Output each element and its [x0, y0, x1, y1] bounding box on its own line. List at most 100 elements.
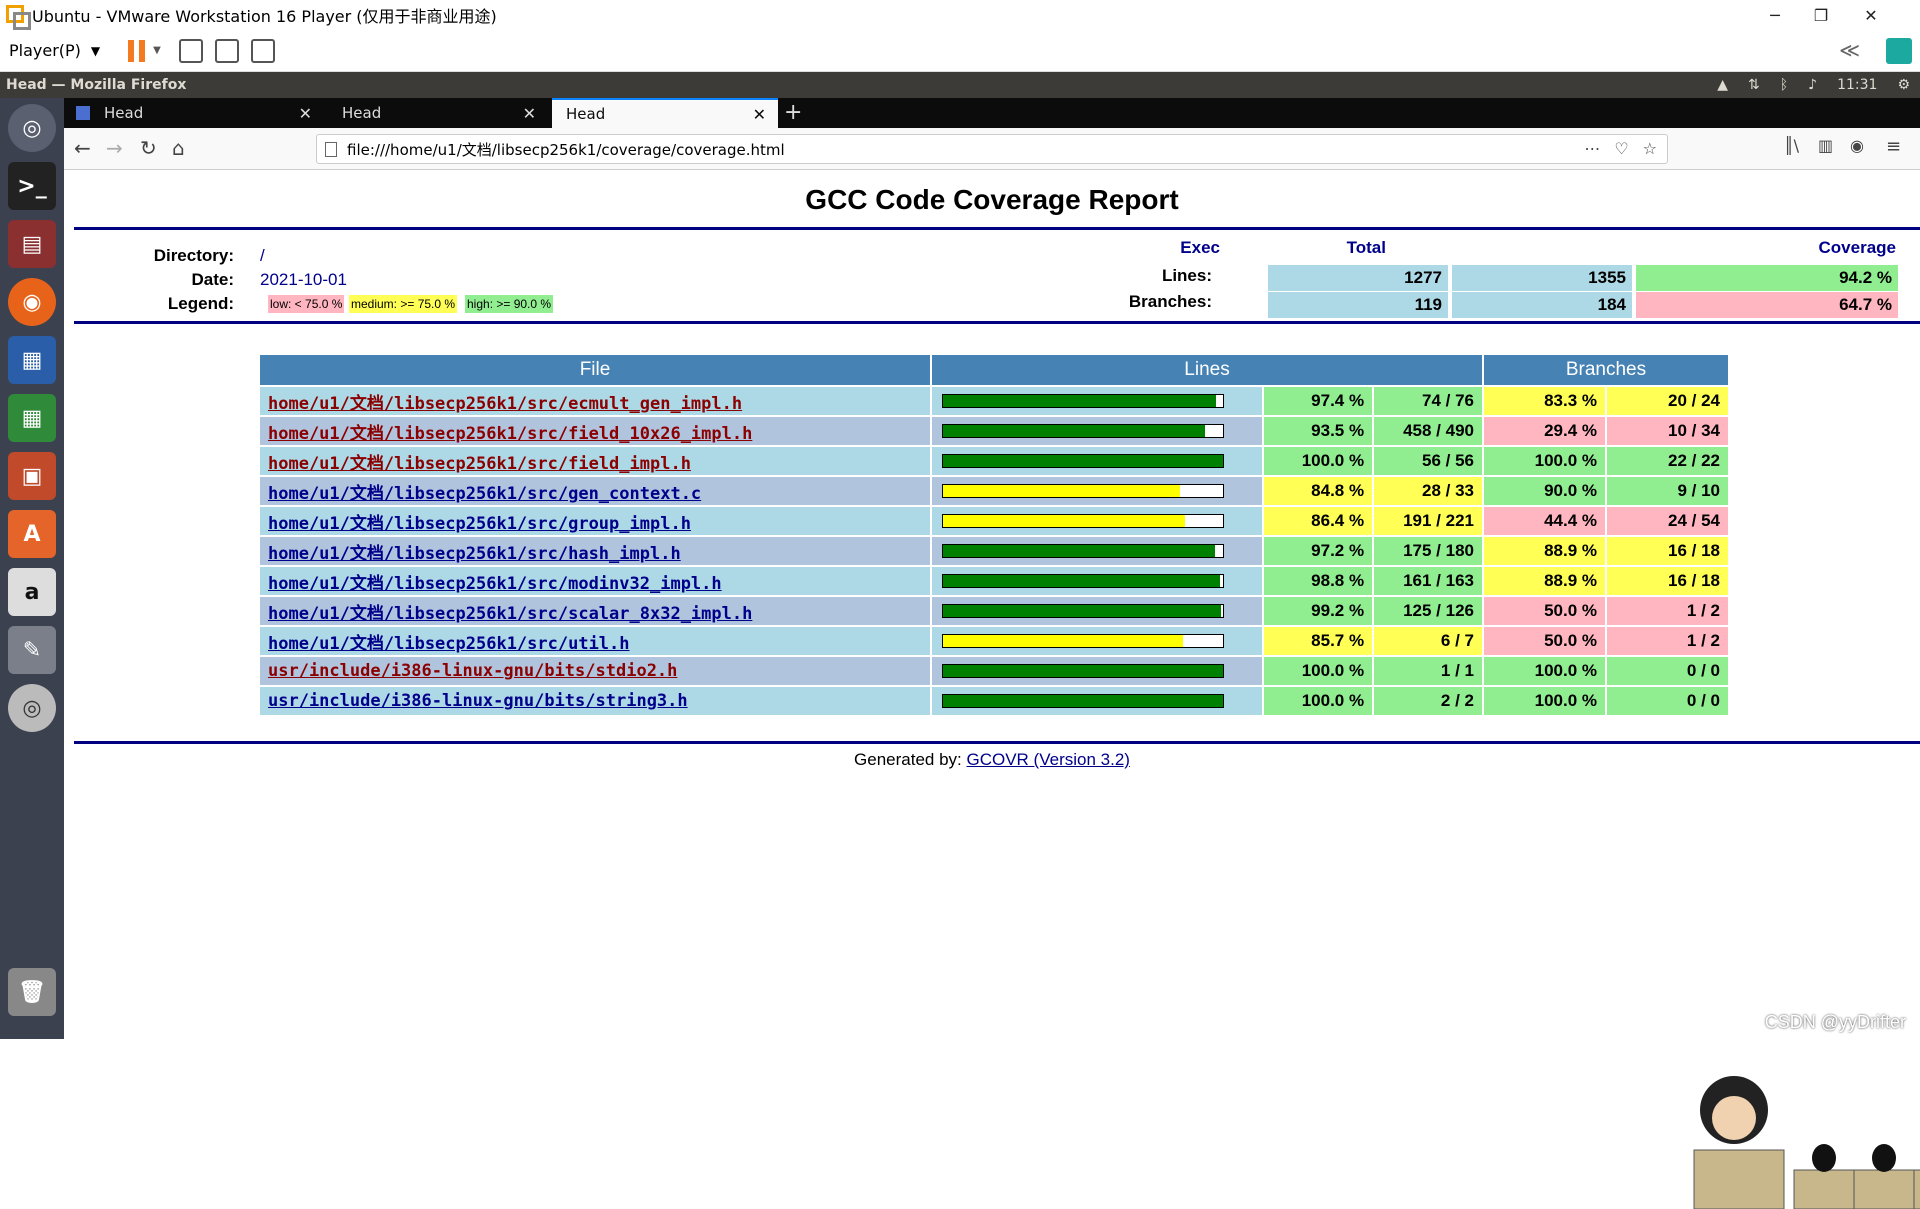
- bluetooth-icon[interactable]: ᛒ: [1780, 77, 1788, 93]
- tab-3[interactable]: Head ✕: [552, 98, 778, 128]
- sidebar-icon[interactable]: ▥: [1818, 136, 1833, 155]
- directory-value[interactable]: /: [260, 246, 265, 266]
- file-link[interactable]: home/u1/文档/libsecp256k1/src/scalar_8x32_…: [268, 604, 752, 624]
- firefox-icon[interactable]: ◉: [8, 278, 56, 326]
- line-count: 458 / 490: [1374, 417, 1482, 445]
- summary-lines-label: Lines:: [1161, 266, 1212, 285]
- tab-label: Head: [104, 104, 144, 122]
- close-tab-icon[interactable]: ✕: [299, 104, 312, 123]
- ubuntu-dash-icon[interactable]: ◎: [8, 104, 56, 152]
- network-icon[interactable]: ⇅: [1748, 77, 1760, 93]
- coverage-bar-cell: [932, 567, 1263, 595]
- close-tab-icon[interactable]: ✕: [753, 105, 766, 124]
- file-link[interactable]: home/u1/文档/libsecp256k1/src/group_impl.h: [268, 514, 691, 534]
- cartoon-sticker: [1693, 1076, 1920, 1209]
- coverage-bar: [942, 424, 1224, 438]
- legend-high: high: >= 90.0 %: [465, 295, 554, 313]
- file-link[interactable]: home/u1/文档/libsecp256k1/src/field_10x26_…: [268, 424, 752, 444]
- tab-strip: Head ✕ Head ✕ Head ✕ +: [64, 98, 1920, 128]
- bookmark-star-icon[interactable]: ☆: [1643, 139, 1657, 158]
- software-center-icon[interactable]: A: [8, 510, 56, 558]
- coverage-bar-fill: [943, 635, 1183, 647]
- line-count: 125 / 126: [1374, 597, 1482, 625]
- divider: [74, 741, 1920, 744]
- terminal-icon[interactable]: >_: [8, 162, 56, 210]
- file-link[interactable]: home/u1/文档/libsecp256k1/src/gen_context.…: [268, 484, 701, 504]
- tab-label: Head: [342, 104, 382, 122]
- impress-icon[interactable]: ▣: [8, 452, 56, 500]
- pause-icon[interactable]: [128, 39, 146, 62]
- player-menu[interactable]: Player(P) ▼: [9, 41, 100, 60]
- indicator-area: ▲ ⇅ ᛒ ♪ 11:31 ⚙: [1717, 72, 1910, 98]
- branch-percent: 83.3 %: [1484, 387, 1605, 415]
- summary-lines-total: 1355: [1452, 265, 1632, 291]
- coverage-bar: [942, 634, 1224, 648]
- collapse-icon[interactable]: ≪: [1839, 38, 1860, 62]
- page-content: GCC Code Coverage Report Directory: / Da…: [64, 170, 1920, 1209]
- file-link[interactable]: home/u1/文档/libsecp256k1/src/field_impl.h: [268, 454, 691, 474]
- gcovr-link[interactable]: GCOVR (Version 3.2): [967, 750, 1130, 769]
- settings-icon[interactable]: ✎: [8, 626, 56, 674]
- ubuntu-top-panel: Head — Mozilla Firefox ▲ ⇅ ᛒ ♪ 11:31 ⚙: [0, 72, 1920, 98]
- file-link[interactable]: usr/include/i386-linux-gnu/bits/stdio2.h: [268, 661, 677, 681]
- line-count: 175 / 180: [1374, 537, 1482, 565]
- branch-count: 0 / 0: [1607, 687, 1728, 715]
- url-bar[interactable]: file:///home/u1/文档/libsecp256k1/coverage…: [316, 134, 1668, 164]
- gear-icon[interactable]: ⚙: [1897, 77, 1910, 93]
- account-icon[interactable]: ◉: [1850, 136, 1864, 155]
- menu-icon[interactable]: ≡: [1886, 136, 1901, 157]
- library-icon[interactable]: ║\: [1784, 136, 1799, 155]
- window-title: Head — Mozilla Firefox: [6, 77, 187, 93]
- line-percent: 86.4 %: [1264, 507, 1373, 535]
- branch-percent: 88.9 %: [1484, 567, 1605, 595]
- branch-percent: 100.0 %: [1484, 687, 1605, 715]
- minimize-icon[interactable]: ─: [1752, 0, 1798, 30]
- coverage-bar: [942, 394, 1224, 408]
- coverage-bar-cell: [932, 627, 1263, 655]
- library-icon[interactable]: [1886, 38, 1912, 64]
- files-icon[interactable]: ▤: [8, 220, 56, 268]
- coverage-bar: [942, 454, 1224, 468]
- send-ctrl-alt-del-icon[interactable]: [178, 38, 203, 63]
- trash-icon[interactable]: 🗑: [8, 968, 56, 1016]
- branch-percent: 100.0 %: [1484, 657, 1605, 685]
- home-icon[interactable]: ⌂: [172, 136, 185, 160]
- tab-1[interactable]: Head ✕: [64, 98, 324, 128]
- file-link[interactable]: usr/include/i386-linux-gnu/bits/string3.…: [268, 691, 688, 711]
- coverage-bar-cell: [932, 687, 1263, 715]
- pocket-icon[interactable]: ♡: [1614, 139, 1628, 158]
- volume-icon[interactable]: ♪: [1808, 77, 1817, 93]
- coverage-bar-fill: [943, 695, 1223, 707]
- clock[interactable]: 11:31: [1837, 77, 1877, 93]
- page-icon: [325, 141, 337, 157]
- reload-icon[interactable]: ↻: [140, 136, 157, 160]
- penguin-icon[interactable]: ▲: [1717, 77, 1728, 93]
- line-percent: 100.0 %: [1264, 447, 1373, 475]
- line-percent: 98.8 %: [1264, 567, 1373, 595]
- amazon-icon[interactable]: a: [8, 568, 56, 616]
- chevron-down-icon[interactable]: ▼: [153, 45, 161, 56]
- vmware-logo-icon: [6, 5, 31, 30]
- forward-icon[interactable]: →: [106, 136, 123, 160]
- restore-icon[interactable]: ❐: [1798, 0, 1844, 30]
- writer-icon[interactable]: ▦: [8, 336, 56, 384]
- directory-label: Directory:: [153, 246, 234, 265]
- table-row: home/u1/文档/libsecp256k1/src/scalar_8x32_…: [260, 597, 1728, 625]
- file-link[interactable]: home/u1/文档/libsecp256k1/src/modinv32_imp…: [268, 574, 722, 594]
- file-link[interactable]: home/u1/文档/libsecp256k1/src/hash_impl.h: [268, 544, 681, 564]
- dvd-icon[interactable]: ◎: [8, 684, 56, 732]
- file-link[interactable]: home/u1/文档/libsecp256k1/src/util.h: [268, 634, 630, 654]
- unity-icon[interactable]: [250, 38, 275, 63]
- coverage-bar: [942, 664, 1224, 678]
- close-icon[interactable]: ✕: [1848, 0, 1894, 30]
- tab-2[interactable]: Head ✕: [328, 98, 548, 128]
- coverage-bar-fill: [943, 455, 1223, 467]
- fullscreen-icon[interactable]: [214, 38, 239, 63]
- calc-icon[interactable]: ▦: [8, 394, 56, 442]
- close-tab-icon[interactable]: ✕: [523, 104, 536, 123]
- back-icon[interactable]: ←: [74, 136, 91, 160]
- more-icon[interactable]: ⋯: [1584, 139, 1600, 158]
- line-percent: 85.7 %: [1264, 627, 1373, 655]
- new-tab-icon[interactable]: +: [784, 100, 802, 125]
- file-link[interactable]: home/u1/文档/libsecp256k1/src/ecmult_gen_i…: [268, 394, 742, 414]
